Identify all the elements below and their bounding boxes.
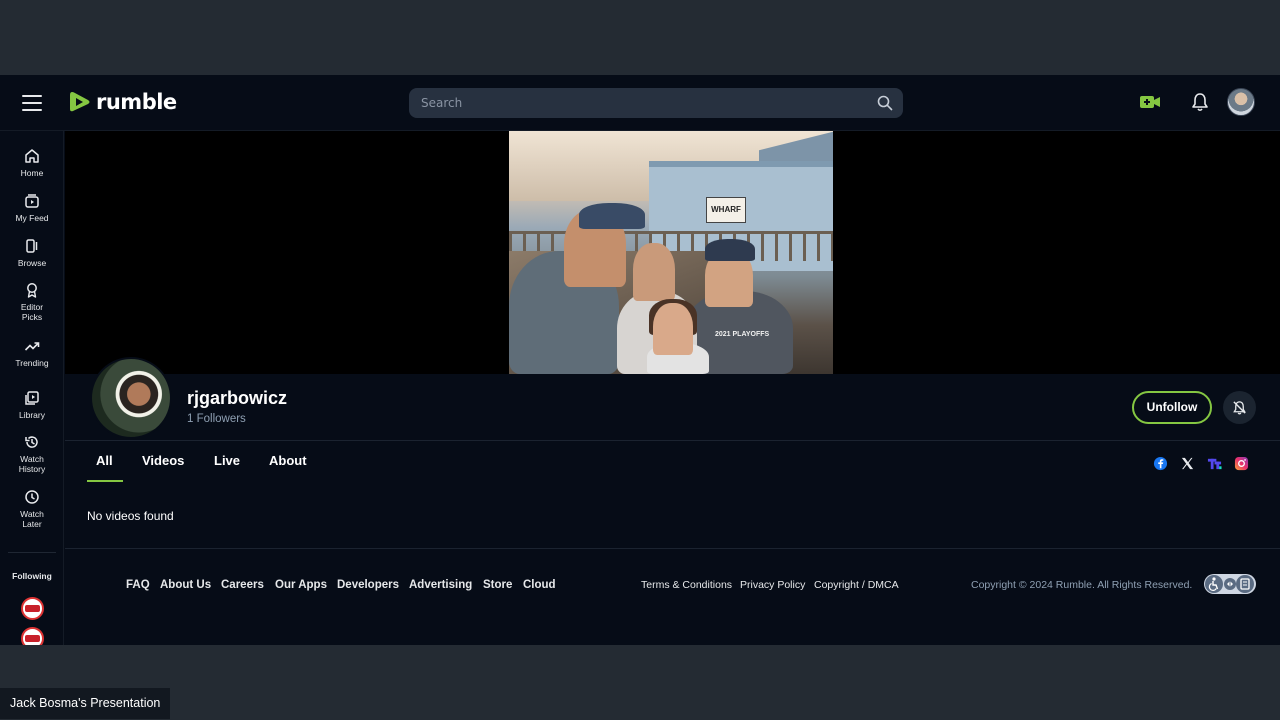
sidebar: Home My Feed Browse Editor Picks Trendin… [0, 131, 64, 645]
history-icon [25, 436, 38, 448]
sidebar-label: My Feed [15, 213, 49, 223]
sidebar-item-editor-picks[interactable]: Editor Picks [0, 282, 64, 322]
footer-link-faq[interactable]: FAQ [126, 579, 150, 591]
active-tab-indicator [87, 480, 123, 482]
footer-link-our-apps[interactable]: Our Apps [275, 579, 327, 591]
shirt-text: 2021 PLAYOFFS [715, 331, 770, 338]
tab-videos[interactable]: Videos [142, 453, 184, 468]
search-bar [409, 88, 903, 118]
rumble-play-icon [70, 92, 90, 112]
sidebar-item-watch-later[interactable]: Watch Later [0, 489, 64, 529]
search-input[interactable] [409, 88, 869, 118]
channel-header: rjgarbowicz 1 Followers Unfollow [65, 357, 1280, 441]
user-avatar[interactable] [1227, 88, 1255, 116]
top-header: rumble [0, 75, 1280, 131]
channel-avatar [90, 357, 172, 439]
rumble-app: rumble Home My Feed [0, 75, 1280, 645]
channel-name: rjgarbowicz [187, 388, 288, 408]
sidebar-label: Browse [17, 258, 47, 268]
sidebar-item-home[interactable]: Home [0, 148, 64, 178]
award-icon [27, 283, 37, 298]
footer-link-terms[interactable]: Terms & Conditions [641, 579, 732, 591]
sidebar-item-watch-history[interactable]: Watch History [0, 434, 64, 474]
empty-state-message: No videos found [87, 509, 174, 523]
instagram-icon[interactable] [1234, 456, 1249, 471]
sidebar-item-browse[interactable]: Browse [0, 238, 64, 268]
sidebar-item-my-feed[interactable]: My Feed [0, 193, 64, 223]
clock-icon [25, 490, 39, 504]
sidebar-label: Library [19, 410, 45, 420]
notifications-toggle-button[interactable] [1223, 391, 1256, 424]
footer-link-about-us[interactable]: About Us [160, 579, 211, 591]
following-channel-avatar[interactable] [21, 597, 44, 620]
footer-link-privacy[interactable]: Privacy Policy [740, 579, 805, 591]
browse-icon [26, 239, 38, 253]
facebook-icon[interactable] [1153, 456, 1168, 471]
footer-link-dmca[interactable]: Copyright / DMCA [814, 579, 899, 591]
truth-social-icon[interactable] [1207, 456, 1222, 471]
unfollow-button[interactable]: Unfollow [1132, 391, 1212, 424]
following-channel-avatar[interactable] [21, 627, 44, 645]
sidebar-label: Watch History [18, 454, 46, 474]
accessibility-icon [1205, 575, 1254, 593]
presenter-label: Jack Bosma's Presentation [0, 688, 171, 719]
follower-count: 1 Followers [187, 413, 246, 425]
sidebar-item-trending[interactable]: Trending [0, 338, 64, 368]
channel-tabs: All Videos Live About [65, 442, 1280, 486]
feed-icon [25, 194, 39, 208]
copyright-text: Copyright © 2024 Rumble. All Rights Rese… [971, 579, 1193, 591]
sidebar-item-library[interactable]: Library [0, 390, 64, 420]
tab-live[interactable]: Live [214, 453, 240, 468]
search-icon[interactable] [877, 95, 893, 111]
accessibility-widget-button[interactable] [1204, 574, 1256, 594]
footer-link-advertising[interactable]: Advertising [409, 579, 472, 591]
tab-all[interactable]: All [96, 453, 113, 468]
menu-icon[interactable] [22, 95, 42, 111]
library-icon [25, 391, 39, 405]
footer-link-store[interactable]: Store [483, 579, 512, 591]
wharf-sign: WHARF [706, 197, 746, 223]
trending-icon [24, 342, 40, 351]
sidebar-label: Watch Later [20, 509, 44, 529]
footer-link-cloud[interactable]: Cloud [523, 579, 556, 591]
tab-about[interactable]: About [269, 453, 307, 468]
notifications-bell-icon[interactable] [1191, 92, 1209, 112]
footer-link-developers[interactable]: Developers [337, 579, 399, 591]
footer: FAQ About Us Careers Our Apps Developers… [65, 548, 1280, 645]
home-icon [25, 149, 39, 163]
sidebar-label: Editor Picks [20, 302, 44, 322]
channel-banner: WHARF 2021 PLAYOFFS [65, 131, 1280, 374]
sidebar-label: Home [20, 168, 44, 178]
x-icon[interactable] [1180, 456, 1195, 471]
following-heading: Following [12, 571, 52, 581]
footer-link-careers[interactable]: Careers [221, 579, 264, 591]
rumble-logo[interactable]: rumble [68, 89, 177, 115]
sidebar-divider [8, 552, 56, 553]
logo-text: rumble [96, 90, 177, 114]
sidebar-label: Trending [15, 358, 49, 368]
banner-photo: WHARF 2021 PLAYOFFS [509, 131, 833, 374]
go-live-icon[interactable] [1139, 94, 1161, 110]
bell-off-icon [1233, 401, 1246, 415]
